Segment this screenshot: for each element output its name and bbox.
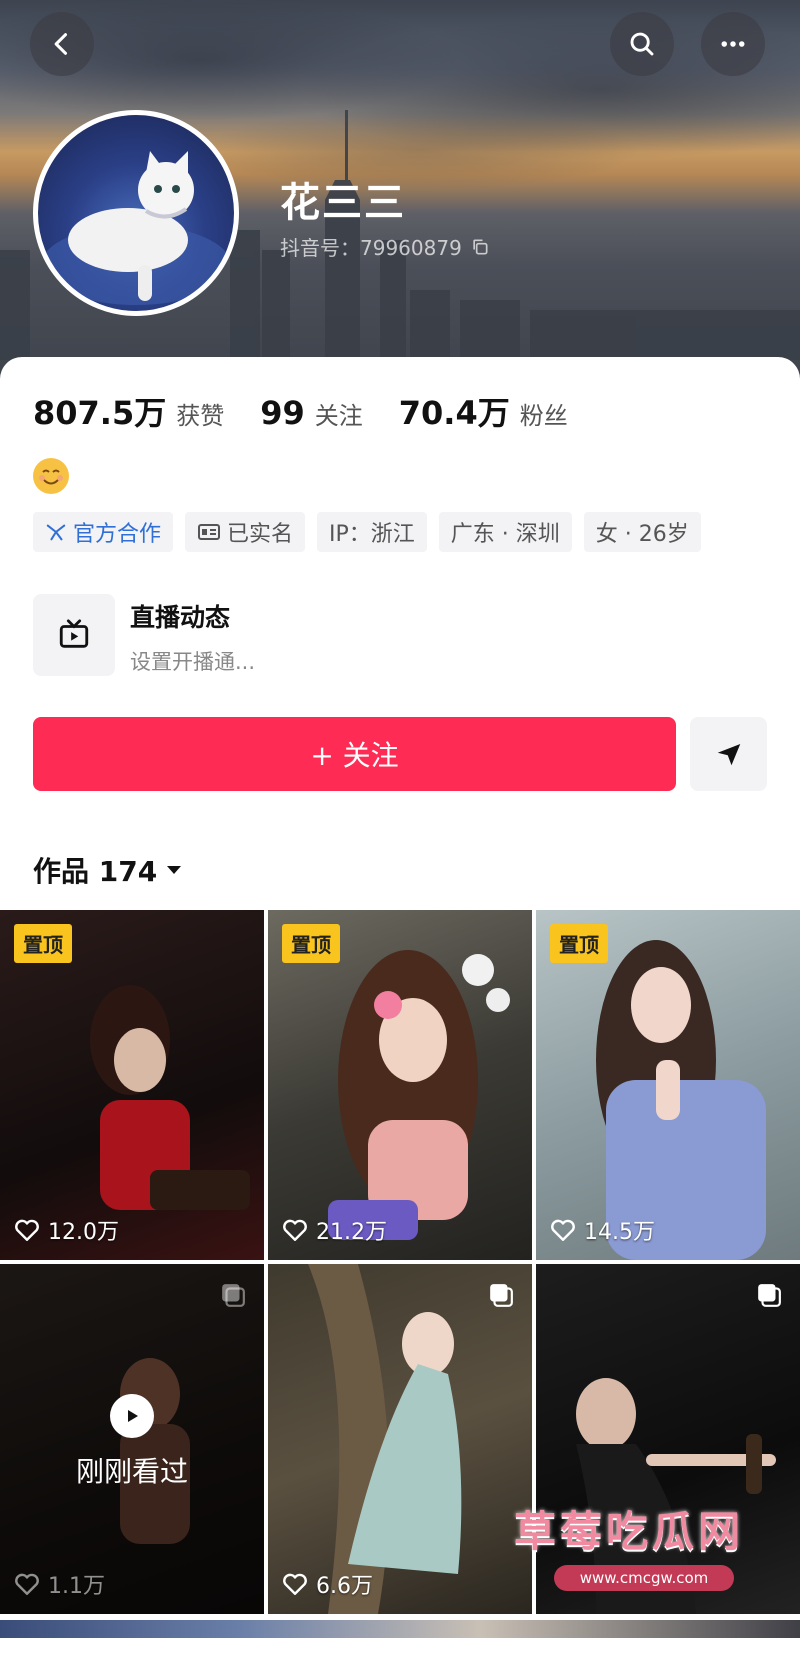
heart-icon bbox=[551, 1219, 575, 1241]
video-thumbnail[interactable]: 刚刚看过 1.1万 bbox=[0, 1264, 264, 1614]
following-count[interactable]: 99 bbox=[260, 394, 305, 432]
heart-icon bbox=[15, 1219, 39, 1241]
caret-down-icon bbox=[167, 866, 182, 874]
pinned-badge: 置顶 bbox=[282, 924, 340, 963]
play-icon bbox=[110, 1394, 154, 1438]
video-likes: 14.5万 bbox=[550, 1214, 655, 1246]
video-thumbnail[interactable]: 置顶 12.0万 bbox=[0, 910, 264, 1260]
back-button[interactable] bbox=[30, 12, 94, 76]
verified-tag: 已实名 bbox=[185, 512, 306, 552]
copy-icon[interactable] bbox=[470, 237, 490, 257]
more-dots-icon bbox=[721, 41, 745, 47]
multi-image-icon bbox=[758, 1284, 781, 1307]
search-icon bbox=[630, 32, 654, 56]
gender-age-tag: 女 · 26岁 bbox=[583, 512, 701, 552]
likes-label: 获赞 bbox=[176, 402, 225, 430]
profile-name: 花三三 bbox=[280, 180, 406, 226]
likes-count: 14.5万 bbox=[584, 1220, 655, 1245]
site-watermark: 草莓吃瓜网 www.cmcgw.com bbox=[514, 1498, 800, 1591]
video-likes: 1.1万 bbox=[14, 1568, 105, 1600]
watermark-url: www.cmcgw.com bbox=[554, 1565, 734, 1591]
profile-banner: 花三三 抖音号：79960879 bbox=[0, 0, 800, 380]
recently-watched: 刚刚看过 bbox=[0, 1394, 264, 1490]
live-tv-icon bbox=[59, 619, 89, 648]
heart-icon bbox=[15, 1573, 39, 1595]
avatar[interactable] bbox=[33, 110, 239, 316]
video-likes: 12.0万 bbox=[14, 1214, 119, 1246]
cat-avatar-image bbox=[41, 151, 231, 305]
official-collab-tag[interactable]: 官方合作 bbox=[33, 512, 174, 552]
id-card-icon bbox=[198, 524, 221, 540]
smiling-emoji-icon bbox=[33, 458, 69, 494]
likes-count: 1.1万 bbox=[48, 1574, 105, 1599]
followers-label: 粉丝 bbox=[519, 402, 568, 430]
works-tab[interactable]: 作品 174 bbox=[33, 850, 183, 890]
live-title[interactable]: 直播动态 bbox=[130, 598, 230, 634]
video-thumbnail[interactable]: 置顶 21.2万 bbox=[268, 910, 532, 1260]
followers-count[interactable]: 70.4万 bbox=[399, 388, 510, 434]
follow-button[interactable]: + 关注 bbox=[33, 717, 676, 791]
video-thumbnail[interactable]: 6.6万 bbox=[268, 1264, 532, 1614]
works-label: 作品 174 bbox=[33, 855, 158, 888]
ip-tag: IP：浙江 bbox=[317, 512, 427, 552]
live-subtitle: 设置开播通... bbox=[130, 650, 256, 674]
recently-watched-label: 刚刚看过 bbox=[75, 1455, 188, 1488]
official-collab-label: 官方合作 bbox=[73, 522, 162, 547]
verified-label: 已实名 bbox=[227, 522, 294, 547]
heart-icon bbox=[283, 1219, 307, 1241]
video-thumbnail[interactable]: 置顶 14.5万 bbox=[536, 910, 800, 1260]
location-tag: 广东 · 深圳 bbox=[438, 512, 572, 552]
following-label: 关注 bbox=[314, 402, 363, 430]
gender-age-label: 女 · 26岁 bbox=[595, 522, 689, 547]
next-row-thumbnails bbox=[0, 1620, 800, 1638]
more-button[interactable] bbox=[701, 12, 765, 76]
multi-image-icon bbox=[222, 1284, 245, 1307]
pinned-badge: 置顶 bbox=[550, 924, 608, 963]
live-icon-box[interactable] bbox=[33, 594, 115, 676]
likes-count[interactable]: 807.5万 bbox=[33, 388, 166, 434]
location-label: 广东 · 深圳 bbox=[450, 522, 560, 547]
ip-label: IP：浙江 bbox=[329, 522, 415, 547]
message-button[interactable] bbox=[690, 717, 767, 791]
profile-stats: 807.5万 获赞 99 关注 70.4万 粉丝 bbox=[33, 388, 604, 434]
heart-icon bbox=[283, 1573, 307, 1595]
likes-count: 12.0万 bbox=[48, 1220, 119, 1245]
profile-tags: 官方合作 已实名 IP：浙江 广东 · 深圳 女 · 26岁 bbox=[33, 512, 701, 552]
likes-count: 21.2万 bbox=[316, 1220, 387, 1245]
send-icon bbox=[717, 744, 740, 766]
video-likes: 6.6万 bbox=[282, 1568, 373, 1600]
search-button[interactable] bbox=[610, 12, 674, 76]
likes-count: 6.6万 bbox=[316, 1574, 373, 1599]
video-image bbox=[308, 1264, 462, 1614]
pinned-badge: 置顶 bbox=[14, 924, 72, 963]
video-likes: 21.2万 bbox=[282, 1214, 387, 1246]
official-icon bbox=[46, 524, 66, 541]
watermark-title: 草莓吃瓜网 bbox=[514, 1507, 745, 1556]
douyin-id-text: 抖音号：79960879 bbox=[280, 236, 462, 260]
chevron-left-icon bbox=[54, 33, 68, 55]
multi-image-icon bbox=[490, 1284, 513, 1307]
douyin-id: 抖音号：79960879 bbox=[280, 232, 490, 261]
